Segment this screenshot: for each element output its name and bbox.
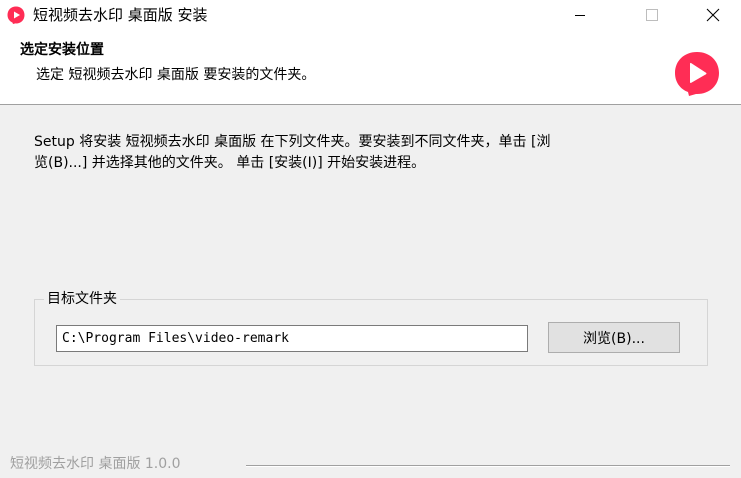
page-header: 选定安装位置 选定 短视频去水印 桌面版 要安装的文件夹。 — [0, 30, 741, 105]
app-logo-icon — [7, 6, 25, 24]
footer-divider — [246, 465, 730, 467]
minimize-button[interactable] — [557, 0, 603, 30]
destination-folder-label: 目标文件夹 — [44, 290, 120, 308]
footer-brand-text: 短视频去水印 桌面版 1.0.0 — [10, 456, 181, 472]
installer-window: 短视频去水印 桌面版 安装 选定安装位置 选定 短视频去水印 桌面版 要安装的文… — [0, 0, 741, 478]
browse-button[interactable]: 浏览(B)... — [548, 322, 680, 353]
maximize-button[interactable] — [629, 0, 675, 30]
maximize-icon — [646, 9, 658, 21]
close-button[interactable] — [690, 0, 736, 30]
instructions-text: Setup 将安装 短视频去水印 桌面版 在下列文件夹。要安装到不同文件夹，单击… — [34, 134, 551, 171]
window-title: 短视频去水印 桌面版 安装 — [33, 6, 208, 24]
destination-path-input[interactable] — [56, 325, 528, 352]
page-title: 选定安装位置 — [20, 42, 104, 58]
title-bar[interactable]: 短视频去水印 桌面版 安装 — [0, 0, 741, 30]
minimize-icon — [575, 15, 585, 16]
app-logo-icon — [675, 52, 719, 96]
close-icon — [706, 8, 720, 22]
page-subtitle: 选定 短视频去水印 桌面版 要安装的文件夹。 — [36, 67, 316, 83]
